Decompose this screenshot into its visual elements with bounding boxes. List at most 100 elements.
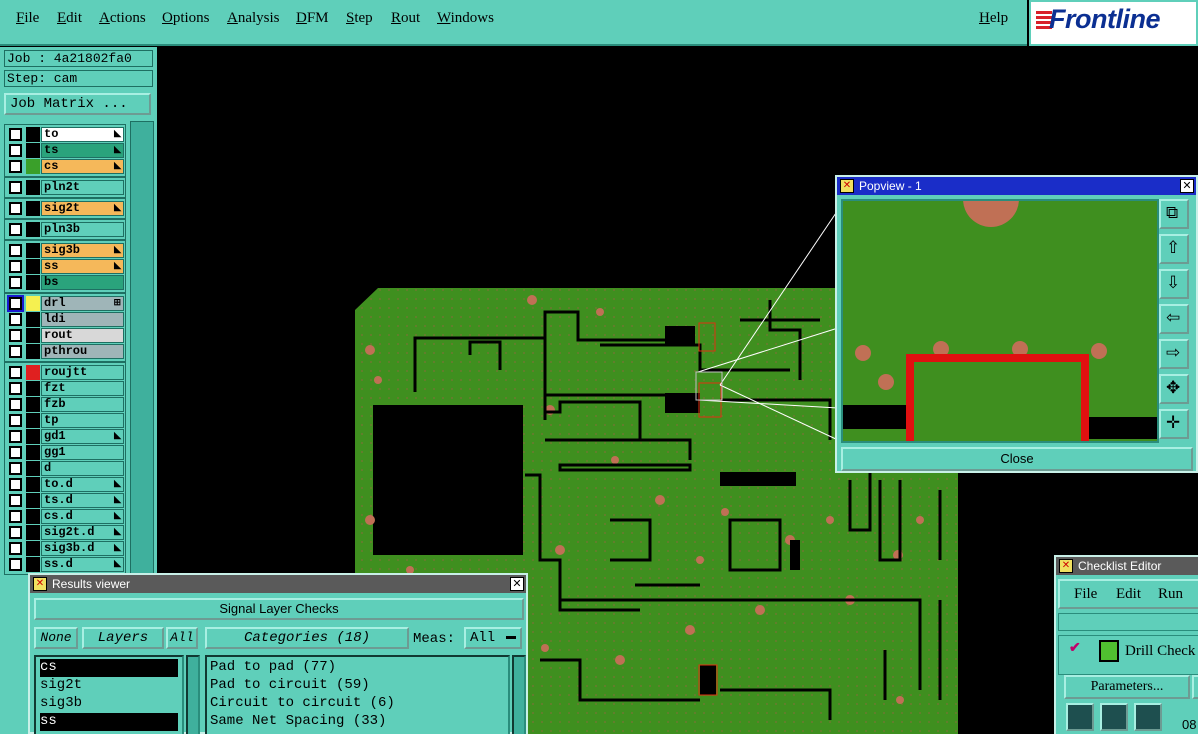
- layer-name[interactable]: tp: [41, 413, 124, 428]
- layer-color-swatch[interactable]: [26, 328, 40, 343]
- layer-checkbox[interactable]: [9, 494, 22, 507]
- layer-color-swatch[interactable]: [26, 365, 40, 380]
- layer-color-swatch[interactable]: [26, 493, 40, 508]
- layer-checkbox[interactable]: [9, 478, 22, 491]
- window-menu-icon[interactable]: ✕: [840, 179, 854, 193]
- layer-name[interactable]: bs: [41, 275, 124, 290]
- category-item[interactable]: Same Net Spacing (33): [210, 713, 508, 731]
- stop-run-icon[interactable]: [1134, 703, 1162, 731]
- result-layer-item[interactable]: ss: [40, 713, 178, 731]
- layer-row-pln3b[interactable]: pln3b: [4, 222, 126, 237]
- close-icon[interactable]: ✕: [510, 577, 524, 591]
- zoom-out-icon[interactable]: ✥: [1159, 374, 1189, 404]
- menu-rout[interactable]: Rout: [391, 10, 420, 27]
- layer-color-swatch[interactable]: [26, 143, 40, 158]
- layer-row-sig2t-d[interactable]: sig2t.d ◣: [4, 525, 126, 540]
- layer-color-swatch[interactable]: [26, 312, 40, 327]
- layer-row-sig3b-d[interactable]: sig3b.d ◣: [4, 541, 126, 556]
- layer-name[interactable]: sig3b.d ◣: [41, 541, 124, 556]
- layer-checkbox[interactable]: [9, 446, 22, 459]
- layer-row-ss[interactable]: ss ◣: [4, 259, 126, 274]
- layer-checkbox[interactable]: [9, 144, 22, 157]
- checklist-menu-edit[interactable]: Edit: [1116, 586, 1141, 603]
- layer-checkbox[interactable]: [9, 366, 22, 379]
- layer-row-d[interactable]: d: [4, 461, 126, 476]
- layer-color-swatch[interactable]: [26, 296, 40, 311]
- job-matrix-button[interactable]: Job Matrix ...: [4, 93, 151, 115]
- checklist-editor-title-bar[interactable]: ✕ Checklist Editor: [1056, 557, 1198, 575]
- layer-checkbox[interactable]: [9, 510, 22, 523]
- layer-checkbox[interactable]: [9, 313, 22, 326]
- layer-name[interactable]: to.d ◣: [41, 477, 124, 492]
- run-check-icon[interactable]: [1066, 703, 1094, 731]
- layer-row-to-d[interactable]: to.d ◣: [4, 477, 126, 492]
- layer-row-ldi[interactable]: ldi: [4, 312, 126, 327]
- parameters-button[interactable]: Parameters...: [1064, 675, 1190, 699]
- category-item[interactable]: Circuit to circuit (6): [210, 695, 508, 713]
- layers-none-button[interactable]: None: [34, 627, 78, 649]
- layer-color-swatch[interactable]: [26, 413, 40, 428]
- menu-analysis[interactable]: Analysis: [227, 10, 280, 27]
- layer-color-swatch[interactable]: [26, 541, 40, 556]
- category-item[interactable]: Pad to circuit (59): [210, 677, 508, 695]
- layer-row-ts-d[interactable]: ts.d ◣: [4, 493, 126, 508]
- layer-name[interactable]: sig2t ◣: [41, 201, 124, 216]
- layer-color-swatch[interactable]: [26, 259, 40, 274]
- checklist-menu-run[interactable]: Run: [1158, 586, 1183, 603]
- layer-checkbox[interactable]: [9, 260, 22, 273]
- layer-row-sig3b[interactable]: sig3b ◣: [4, 243, 126, 258]
- layer-name[interactable]: sig3b ◣: [41, 243, 124, 258]
- layer-color-swatch[interactable]: [26, 127, 40, 142]
- layer-checkbox[interactable]: [9, 345, 22, 358]
- layer-row-drl[interactable]: drl ⊞: [4, 295, 126, 312]
- layer-row-gg1[interactable]: gg1: [4, 445, 126, 460]
- layer-color-swatch[interactable]: [26, 557, 40, 572]
- layer-row-pthrou[interactable]: pthrou: [4, 344, 126, 359]
- layer-row-fzt[interactable]: fzt: [4, 381, 126, 396]
- layer-checkbox[interactable]: [9, 398, 22, 411]
- meas-dropdown[interactable]: All: [464, 627, 522, 649]
- checklist-menu-file[interactable]: File: [1074, 586, 1097, 603]
- layer-color-swatch[interactable]: [26, 159, 40, 174]
- layer-checkbox[interactable]: [9, 542, 22, 555]
- layer-name[interactable]: d: [41, 461, 124, 476]
- layer-color-swatch[interactable]: [26, 381, 40, 396]
- layer-color-swatch[interactable]: [26, 525, 40, 540]
- layer-name[interactable]: ts ◣: [41, 143, 124, 158]
- categories-scrollbar[interactable]: [512, 655, 526, 734]
- layer-checkbox[interactable]: [9, 430, 22, 443]
- popview-zoom-view[interactable]: [841, 199, 1159, 443]
- popview-close-button[interactable]: Close: [841, 447, 1193, 471]
- menu-step[interactable]: Step: [346, 10, 373, 27]
- pan-left-icon[interactable]: ⇦: [1159, 304, 1189, 334]
- checklist-side-button[interactable]: [1192, 675, 1198, 699]
- result-layer-item[interactable]: sig2t: [40, 677, 178, 695]
- layer-row-cs[interactable]: cs ◣: [4, 159, 126, 174]
- layer-name[interactable]: pln3b: [41, 222, 124, 237]
- layer-checkbox[interactable]: [9, 276, 22, 289]
- layer-row-gd1[interactable]: gd1 ◣: [4, 429, 126, 444]
- layer-color-swatch[interactable]: [26, 477, 40, 492]
- layer-row-fzb[interactable]: fzb: [4, 397, 126, 412]
- layer-name[interactable]: roujtt: [41, 365, 124, 380]
- layer-checkbox[interactable]: [9, 244, 22, 257]
- window-menu-icon[interactable]: ✕: [1059, 559, 1073, 573]
- layer-checkbox[interactable]: [9, 558, 22, 571]
- layer-name[interactable]: pln2t: [41, 180, 124, 195]
- menu-file[interactable]: File: [16, 10, 39, 27]
- layer-color-swatch[interactable]: [26, 243, 40, 258]
- layer-color-swatch[interactable]: [26, 509, 40, 524]
- layer-color-swatch[interactable]: [26, 397, 40, 412]
- layer-name[interactable]: gd1 ◣: [41, 429, 124, 444]
- layer-row-tp[interactable]: tp: [4, 413, 126, 428]
- menu-windows[interactable]: Windows: [437, 10, 494, 27]
- zoom-fit-icon[interactable]: ⧉: [1159, 199, 1189, 229]
- layer-row-rout[interactable]: rout: [4, 328, 126, 343]
- pan-right-icon[interactable]: ⇨: [1159, 339, 1189, 369]
- popview-title-bar[interactable]: ✕ Popview - 1 ✕: [837, 177, 1196, 195]
- layer-name[interactable]: pthrou: [41, 344, 124, 359]
- layer-checkbox[interactable]: [9, 526, 22, 539]
- layer-row-roujtt[interactable]: roujtt: [4, 365, 126, 380]
- layer-color-swatch[interactable]: [26, 222, 40, 237]
- layer-row-ts[interactable]: ts ◣: [4, 143, 126, 158]
